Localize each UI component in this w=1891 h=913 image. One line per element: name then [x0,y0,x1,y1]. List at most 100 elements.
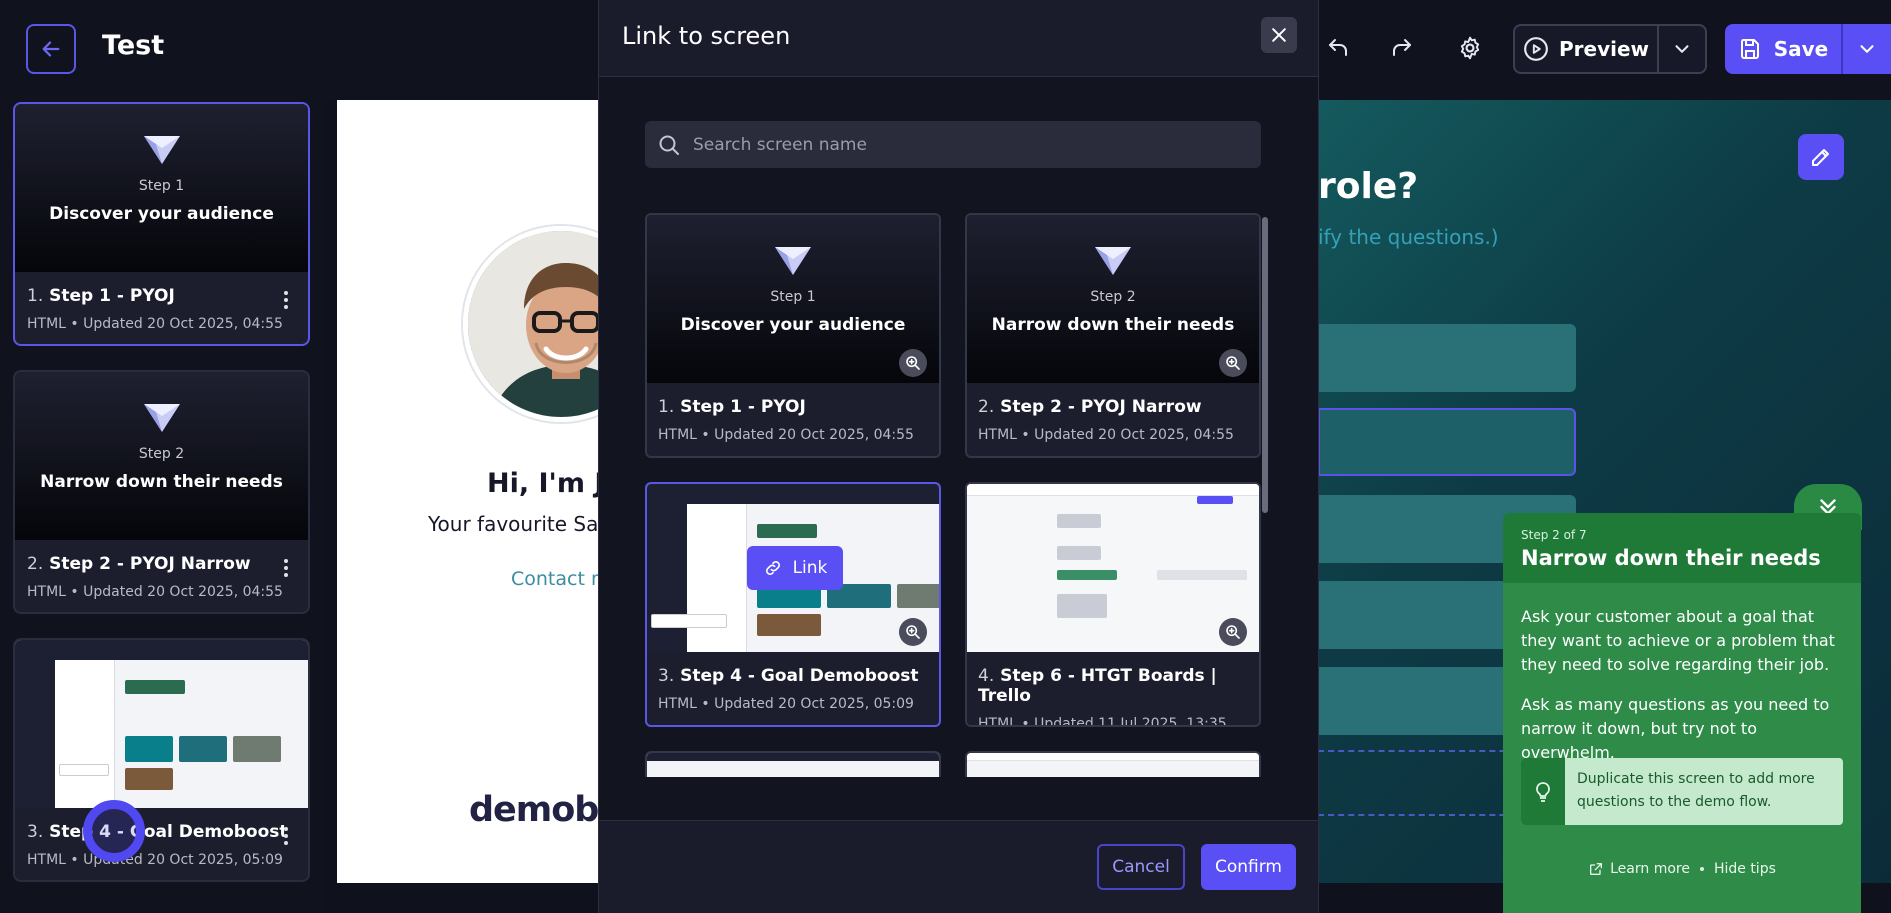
thumbnail-step: Step 1 [138,178,185,194]
canvas-brand-logo: demobo [469,790,599,830]
chevron-down-icon [1675,45,1689,53]
canvas-subtext: ify the questions.) [1318,225,1499,249]
arrow-left-icon [42,41,60,57]
screen-name: 4. Step 6 - HTGT Boards | Trello [978,666,1217,706]
screen-name: 2. Step 2 - PYOJ Narrow [27,554,251,574]
link-label: Link [792,558,828,578]
settings-button[interactable] [1452,30,1488,66]
screen-meta: HTML • Updated 11 Jul 2025, 13:35 [978,716,1227,727]
gem-logo-icon [1095,247,1131,275]
zoom-in-icon [906,625,920,639]
preview-options-button[interactable] [1659,26,1705,72]
canvas-greeting: Hi, I'm Jo [487,468,599,499]
thumbnail-title: Discover your audience [680,315,906,335]
tips-step-counter: Step 2 of 7 [1521,528,1587,542]
hide-tips-link[interactable]: Hide tips [1714,861,1776,877]
screen-option-card[interactable]: Link 3. Step 4 - Goal Demoboost HTML • U… [645,482,941,727]
undo-icon [1329,39,1347,56]
zoom-preview-button[interactable] [1219,349,1247,377]
screen-canvas: Hi, I'm Jo Your favourite Sale Contact m… [337,100,599,883]
thumbnail-title: Narrow down their needs [40,472,283,492]
tips-panel: Step 2 of 7 Narrow down their needs Ask … [1503,513,1861,913]
page-title: Test [102,30,165,61]
screen-option-card[interactable]: Step 2 Narrow down their needs 2. Step 2… [965,213,1261,458]
tips-callout-text: Duplicate this screen to add more questi… [1577,771,1815,810]
gem-logo-icon [143,136,180,164]
answer-option[interactable] [1318,324,1576,392]
avatar [463,226,599,422]
screen-thumbnail: Link [647,484,939,652]
thumbnail-step: Step 2 [1090,289,1136,305]
scrollbar-thumb[interactable] [1262,217,1268,513]
link-button[interactable]: Link [747,546,843,590]
search-input[interactable] [693,134,1233,155]
drag-cursor-indicator [83,800,145,862]
screen-thumbnail: Step 1 Discover your audience [647,215,939,383]
zoom-preview-button[interactable] [899,618,927,646]
screen-card[interactable]: Step 1 Discover your audience 1. Step 1 … [13,102,310,346]
screen-card[interactable]: Step 2 Narrow down their needs 2. Step 2… [13,370,310,614]
search-icon [659,135,679,155]
close-button[interactable] [1261,17,1297,53]
tips-paragraph: Ask as many questions as you need to nar… [1521,695,1830,762]
pencil-edit-icon [1812,149,1829,166]
more-options-icon[interactable] [276,556,296,580]
canvas-tagline: Your favourite Sale [428,512,599,536]
screen-thumbnail: Step 1 Discover your audience [15,104,308,272]
redo-button[interactable] [1384,30,1420,66]
screen-meta: HTML • Updated 20 Oct 2025, 04:55 [27,584,283,600]
screen-meta: HTML • Updated 20 Oct 2025, 05:09 [658,696,914,712]
tips-paragraph: Ask your customer about a goal that they… [1521,607,1835,674]
gem-logo-icon [143,404,180,432]
undo-button[interactable] [1320,30,1356,66]
link-chain-icon [765,561,780,575]
more-options-icon[interactable] [276,288,296,312]
save-label: Save [1773,37,1829,61]
answer-option[interactable] [1318,408,1576,476]
modal-title: Link to screen [622,22,791,50]
link-to-screen-modal: Link to screen Step 1 Discover your audi… [598,0,1319,913]
screen-meta: HTML • Updated 20 Oct 2025, 04:55 [658,427,914,443]
thumbnail-title: Narrow down their needs [991,315,1235,335]
redo-icon [1393,39,1411,56]
screen-option-card[interactable] [965,751,1261,777]
screen-option-card[interactable] [645,751,941,777]
screen-card[interactable]: 3. Step 4 - Goal Demoboost HTML • Update… [13,638,310,882]
learn-more-link[interactable]: Learn more [1588,861,1690,877]
screen-name: 3. Step 4 - Goal Demoboost [658,666,919,686]
person-photo-icon [468,231,599,417]
confirm-button[interactable]: Confirm [1201,844,1296,890]
save-button-group: Save [1725,24,1891,74]
gem-logo-icon [775,247,811,275]
save-button[interactable]: Save [1725,24,1843,74]
screen-thumbnail [15,640,308,808]
screen-meta: HTML • Updated 20 Oct 2025, 04:55 [27,316,283,332]
external-link-icon [1590,863,1603,875]
canvas-question: role? [1318,166,1419,207]
lightbulb-icon [1536,781,1550,802]
screen-thumbnail: Step 2 Narrow down their needs [15,372,308,540]
screen-thumbnail [967,484,1259,652]
screen-meta: HTML • Updated 20 Oct 2025, 04:55 [978,427,1234,443]
screen-meta: HTML • Updated 20 Oct 2025, 05:09 [27,852,283,868]
thumbnail-step: Step 1 [770,289,816,305]
tips-callout: Duplicate this screen to add more questi… [1521,758,1843,825]
more-options-icon[interactable] [276,824,296,848]
screen-name: 1. Step 1 - PYOJ [658,397,806,417]
preview-label: Preview [1558,37,1650,61]
zoom-preview-button[interactable] [1219,618,1247,646]
save-options-button[interactable] [1843,24,1891,74]
preview-button[interactable]: Preview [1515,26,1659,72]
screen-name: 1. Step 1 - PYOJ [27,286,175,306]
canvas-contact-link[interactable]: Contact m [511,568,599,590]
tips-title: Narrow down their needs [1521,546,1821,570]
screen-option-card[interactable]: Step 1 Discover your audience 1. Step 1 … [645,213,941,458]
edit-button[interactable] [1798,134,1844,180]
zoom-preview-button[interactable] [899,349,927,377]
screen-name: 3. Step 4 - Goal Demoboost [27,822,288,842]
play-circle-icon [1524,37,1548,61]
cancel-button[interactable]: Cancel [1097,844,1185,890]
back-button[interactable] [26,24,76,74]
chevron-down-icon [1860,45,1874,53]
screen-option-card[interactable]: 4. Step 6 - HTGT Boards | Trello HTML • … [965,482,1261,727]
